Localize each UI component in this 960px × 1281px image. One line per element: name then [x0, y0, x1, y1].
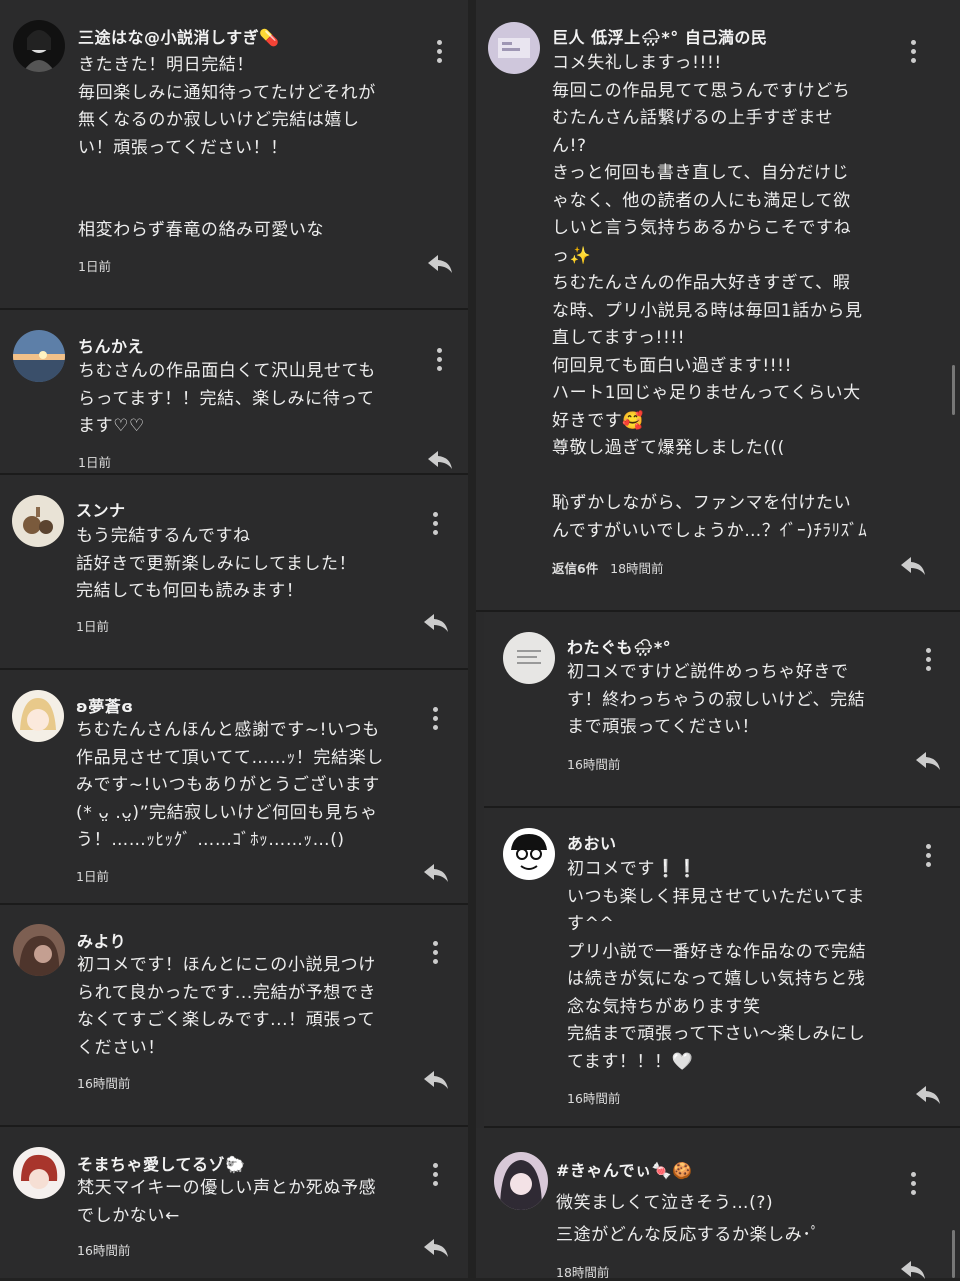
comment-time: 16時間前: [77, 1076, 131, 1091]
user-avatar-sunset[interactable]: [13, 330, 65, 382]
more-options-icon[interactable]: [430, 512, 440, 538]
more-options-icon[interactable]: [923, 844, 933, 870]
more-options-icon[interactable]: [430, 707, 440, 733]
comment-text: 初コメです！ほんとにこの小説見つけ られて良かったです...完結が予想でき なく…: [77, 955, 377, 1058]
reply-icon[interactable]: [427, 450, 453, 470]
user-avatar-monochrome[interactable]: [13, 20, 65, 72]
comment-author[interactable]: 巨人 低浮上🌧*° 自己満の民: [552, 24, 767, 48]
user-avatar-pink[interactable]: [494, 1152, 548, 1210]
user-avatar-anime[interactable]: [12, 690, 64, 742]
comment-time: 16時間前: [77, 1243, 131, 1258]
comment-time: 16時間前: [567, 757, 621, 772]
comment-text: ちむたんさんほんと感謝です~!いつも 作品見させて頂いてて……ｯ！完結楽し みで…: [76, 720, 384, 850]
comment-time: 16時間前: [567, 1091, 621, 1106]
comment-card: わたぐも🌧*° 初コメですけど説件めっちゃ好きで す！終わっちゃうの寂しいけど、…: [484, 612, 960, 808]
comment-time: 1日前: [76, 619, 109, 634]
comment-text: きたきた！明日完結！ 毎回楽しみに通知待ってたけどそれが 無くなるのか寂しいけど…: [78, 55, 376, 240]
reply-icon[interactable]: [915, 751, 941, 771]
comment-author[interactable]: ちんかえ: [78, 333, 144, 357]
comment-meta: 返信6件 18時間前: [552, 558, 664, 577]
comment-author[interactable]: あおい: [567, 830, 617, 854]
more-options-icon[interactable]: [908, 40, 918, 66]
comment-time: 18時間前: [556, 1265, 610, 1280]
comment-card: 三途はな@小説消しすぎ💊 きたきた！明日完結！ 毎回楽しみに通知待ってたけどそれ…: [0, 0, 468, 310]
comment-text: ちむさんの作品面白くて沢山見せても らってます！！完結、楽しみに待って ます♡♡: [78, 361, 376, 436]
comment-card: あおい 初コメです❕❕ いつも楽しく拝見させていただいてま す^^ プリ小説で一…: [484, 808, 960, 1128]
comment-author[interactable]: #きゃんでぃ🍬🍪: [556, 1157, 692, 1181]
reply-icon[interactable]: [423, 863, 449, 883]
reply-count-link[interactable]: 返信6件: [552, 561, 598, 576]
comments-screen: 三途はな@小説消しすぎ💊 きたきた！明日完結！ 毎回楽しみに通知待ってたけどそれ…: [0, 0, 960, 1280]
comment-author[interactable]: 三途はな@小説消しすぎ💊: [78, 24, 280, 48]
more-options-icon[interactable]: [434, 348, 444, 374]
reply-icon[interactable]: [900, 556, 926, 576]
comment-author[interactable]: わたぐも🌧*°: [567, 634, 671, 658]
comment-time: 1日前: [76, 869, 109, 884]
comment-author[interactable]: スンナ: [76, 497, 126, 521]
reply-icon[interactable]: [915, 1085, 941, 1105]
more-options-icon[interactable]: [434, 40, 444, 66]
comment-author[interactable]: そまちゃ愛してるゾ🐑: [77, 1151, 245, 1175]
more-options-icon[interactable]: [923, 648, 933, 674]
comment-card: そまちゃ愛してるゾ🐑 梵天マイキーの優しい声とか死ぬ予感 でしかない← 16時間…: [0, 1127, 468, 1278]
comment-card: #きゃんでぃ🍬🍪 微笑ましくて泣きそう…(?) 三途がどんな反応するか楽しみ･ﾟ…: [476, 1128, 960, 1280]
comment-card: スンナ もう完結するんですね 話好きで更新楽しみにしてました！ 完結しても何回も…: [0, 475, 468, 670]
comment-card: 巨人 低浮上🌧*° 自己満の民 コメ失礼しますっ!!!! 毎回この作品見てて思う…: [476, 0, 960, 612]
more-options-icon[interactable]: [430, 941, 440, 967]
user-avatar-coffee[interactable]: [12, 495, 64, 547]
reply-icon[interactable]: [423, 1070, 449, 1090]
comment-author[interactable]: ʚ夢蒼ɞ: [76, 693, 133, 717]
comment-card: ʚ夢蒼ɞ ちむたんさんほんと感謝です~!いつも 作品見させて頂いてて……ｯ！完結…: [0, 670, 468, 905]
user-avatar-cloud[interactable]: [503, 632, 555, 684]
comment-author[interactable]: みより: [77, 928, 126, 952]
more-options-icon[interactable]: [430, 1163, 440, 1189]
more-options-icon[interactable]: [908, 1172, 918, 1198]
comment-text: 初コメです❕❕ いつも楽しく拝見させていただいてま す^^ プリ小説で一番好きな…: [567, 859, 867, 1072]
reply-icon[interactable]: [423, 613, 449, 633]
scrollbar[interactable]: [952, 365, 955, 415]
comment-text: もう完結するんですね 話好きで更新楽しみにしてました！ 完結しても何回も読みます…: [76, 526, 357, 601]
comment-text: 微笑ましくて泣きそう…(?) 三途がどんな反応するか楽しみ･ﾟ: [556, 1193, 820, 1245]
user-avatar-pastel[interactable]: [488, 22, 540, 74]
comment-time: 18時間前: [610, 561, 664, 576]
comment-text: 梵天マイキーの優しい声とか死ぬ予感 でしかない←: [77, 1178, 377, 1226]
reply-icon[interactable]: [423, 1238, 449, 1258]
reply-icon[interactable]: [427, 254, 453, 274]
comment-card: ちんかえ ちむさんの作品面白くて沢山見せても らってます！！完結、楽しみに待って…: [0, 310, 468, 475]
comment-time: 1日前: [78, 259, 111, 274]
user-avatar-redhair[interactable]: [13, 1147, 65, 1199]
comment-time: 1日前: [78, 455, 111, 470]
reply-icon[interactable]: [900, 1260, 926, 1280]
user-avatar-cartoon[interactable]: [503, 828, 555, 880]
user-avatar-brown[interactable]: [13, 924, 65, 976]
comment-text: コメ失礼しますっ!!!! 毎回この作品見てて思うんですけどち むたんさん話繋げる…: [552, 53, 868, 541]
comment-text: 初コメですけど説件めっちゃ好きで す！終わっちゃうの寂しいけど、完結 まで頑張っ…: [567, 662, 866, 737]
scrollbar[interactable]: [952, 1230, 955, 1278]
comment-card: みより 初コメです！ほんとにこの小説見つけ られて良かったです...完結が予想で…: [0, 905, 468, 1127]
